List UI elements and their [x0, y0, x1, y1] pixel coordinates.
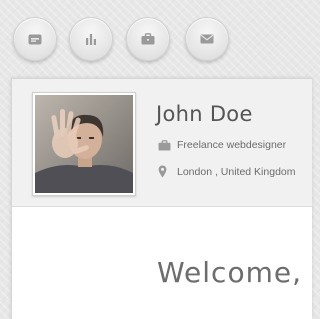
- avatar: [32, 92, 136, 196]
- nav-button-card[interactable]: [13, 17, 57, 61]
- profile-location: London , United Kingdom: [158, 165, 296, 178]
- avatar-photo: [35, 95, 133, 193]
- card-icon: [28, 34, 42, 45]
- location-text: London , United Kingdom: [177, 165, 296, 178]
- briefcase-icon: [158, 139, 172, 151]
- envelope-icon: [200, 34, 214, 44]
- profile-name: John Doe: [156, 102, 253, 126]
- nav-button-contact[interactable]: [185, 17, 229, 61]
- profile-header: John Doe Freelance webdesigner London , …: [12, 79, 312, 207]
- nav-button-portfolio[interactable]: [126, 17, 170, 61]
- map-pin-icon: [158, 165, 172, 178]
- occupation-text: Freelance webdesigner: [177, 139, 287, 151]
- profile-occupation: Freelance webdesigner: [158, 139, 286, 151]
- nav-button-stats[interactable]: [69, 17, 113, 61]
- bar-chart-icon: [85, 33, 97, 45]
- briefcase-icon: [141, 33, 155, 45]
- welcome-heading: Welcome,: [157, 256, 302, 289]
